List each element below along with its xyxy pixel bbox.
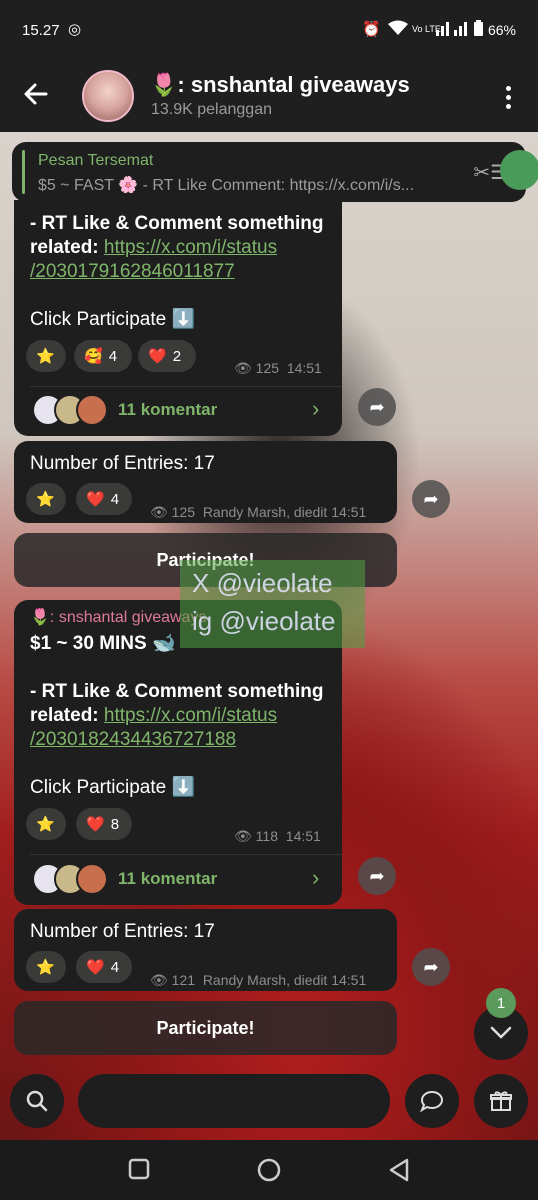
message-line: related: https://x.com/i/status bbox=[30, 705, 278, 726]
message-line: - RT Like & Comment something bbox=[30, 681, 324, 702]
wifi-icon bbox=[388, 20, 408, 40]
back-arrow-icon[interactable] bbox=[22, 80, 50, 108]
forward-button[interactable]: ➦ bbox=[412, 948, 450, 986]
message-headline: $1 ~ 30 MINS 🐋 bbox=[30, 633, 176, 654]
message-text: Number of Entries: 17 bbox=[30, 921, 215, 942]
system-nav-bar bbox=[0, 1140, 538, 1200]
status-link[interactable]: /2030182434436727188 bbox=[30, 728, 236, 752]
battery-level: 66% bbox=[487, 22, 516, 38]
chat-header: 🌷: snshantal giveaways 13.9K pelanggan bbox=[0, 60, 538, 132]
view-count: 👁 125 14:51 bbox=[234, 360, 322, 376]
message-bubble[interactable]: Number of Entries: 17 ⭐ ❤️ 4 👁 125 Randy … bbox=[14, 441, 397, 523]
eye-icon: 👁 bbox=[234, 360, 252, 376]
divider bbox=[30, 386, 342, 387]
bottom-bar bbox=[0, 1070, 538, 1140]
status-link[interactable]: https://x.com/i/status bbox=[104, 237, 277, 258]
channel-title[interactable]: 🌷: snshantal giveaways bbox=[150, 72, 410, 98]
watermark-x: X @vieolate bbox=[192, 568, 333, 598]
search-icon[interactable] bbox=[10, 1074, 64, 1128]
pinned-label: Pesan Tersemat bbox=[38, 152, 154, 169]
status-link[interactable]: https://x.com/i/status bbox=[104, 705, 277, 726]
status-link[interactable]: /2030179162846011877 bbox=[30, 260, 235, 284]
message-line: related: https://x.com/i/status bbox=[30, 237, 278, 258]
alarm-icon: ⏰ bbox=[362, 21, 381, 38]
eye-icon: 👁 bbox=[150, 504, 168, 520]
comments-link[interactable]: 11 komentar bbox=[118, 400, 217, 420]
eye-icon: 👁 bbox=[234, 828, 252, 844]
message-meta: 👁 125 Randy Marsh, diedit 14:51 bbox=[150, 504, 367, 520]
message-cta: Click Participate ⬇️ bbox=[30, 777, 196, 798]
unread-badge: 1 bbox=[486, 988, 516, 1018]
message-input[interactable] bbox=[78, 1074, 390, 1128]
eye-icon: 👁 bbox=[150, 972, 168, 988]
live-indicator[interactable] bbox=[500, 150, 538, 190]
view-count: 👁 118 14:51 bbox=[234, 828, 321, 844]
watermark-ig: ig @vieolate bbox=[192, 606, 336, 636]
back-nav-icon[interactable] bbox=[388, 1158, 410, 1188]
pinned-text: $5 ~ FAST 🌸 - RT Like Comment: https://x… bbox=[38, 177, 415, 194]
reaction-star[interactable]: ⭐ bbox=[26, 483, 66, 515]
reaction-heart[interactable]: ❤️ 4 bbox=[76, 951, 132, 983]
message-bubble[interactable]: Number of Entries: 17 ⭐ ❤️ 4 👁 121 Randy … bbox=[14, 909, 397, 991]
more-menu-icon[interactable] bbox=[506, 86, 512, 113]
battery-icon bbox=[474, 20, 483, 40]
home-icon[interactable] bbox=[257, 1158, 281, 1188]
pinned-accent-bar bbox=[22, 150, 25, 194]
participate-button[interactable]: Participate! bbox=[14, 1001, 397, 1055]
reaction-star[interactable]: ⭐ bbox=[26, 808, 66, 840]
signal-icon bbox=[436, 20, 470, 40]
message-bubble[interactable]: - RT Like & Comment something related: h… bbox=[14, 200, 342, 436]
chevron-right-icon[interactable]: › bbox=[312, 396, 319, 422]
reaction-star[interactable]: ⭐ bbox=[26, 340, 66, 372]
reaction-love[interactable]: 🥰 4 bbox=[74, 340, 132, 372]
forward-button[interactable]: ➦ bbox=[358, 388, 396, 426]
status-bar: 15.27 ◎ ⏰ Vo LTE 66% bbox=[0, 0, 538, 60]
reaction-star[interactable]: ⭐ bbox=[26, 951, 66, 983]
recent-apps-icon[interactable] bbox=[128, 1158, 150, 1186]
comments-link[interactable]: 11 komentar bbox=[118, 869, 217, 889]
commenter-avatars bbox=[32, 863, 112, 895]
comment-bubble-icon[interactable] bbox=[405, 1074, 459, 1128]
subscriber-count: 13.9K pelanggan bbox=[151, 101, 272, 118]
chevron-right-icon[interactable]: › bbox=[312, 865, 319, 891]
reaction-heart[interactable]: ❤️ 4 bbox=[76, 483, 132, 515]
forward-button[interactable]: ➦ bbox=[412, 480, 450, 518]
message-line: - RT Like & Comment something bbox=[30, 213, 324, 234]
commenter-avatars bbox=[32, 394, 112, 426]
pinned-message[interactable]: Pesan Tersemat $5 ~ FAST 🌸 - RT Like Com… bbox=[12, 142, 538, 202]
aperture-icon: ◎ bbox=[68, 21, 82, 38]
gift-icon[interactable] bbox=[474, 1074, 528, 1128]
channel-avatar[interactable] bbox=[82, 70, 134, 122]
message-cta: Click Participate ⬇️ bbox=[30, 309, 196, 330]
status-time: 15.27 bbox=[22, 22, 60, 39]
message-text: Number of Entries: 17 bbox=[30, 453, 215, 474]
message-meta: 👁 121 Randy Marsh, diedit 14:51 bbox=[150, 972, 367, 988]
reaction-heart[interactable]: ❤️ 2 bbox=[138, 340, 196, 372]
forward-button[interactable]: ➦ bbox=[358, 857, 396, 895]
reaction-heart[interactable]: ❤️ 8 bbox=[76, 808, 132, 840]
divider bbox=[30, 854, 342, 855]
